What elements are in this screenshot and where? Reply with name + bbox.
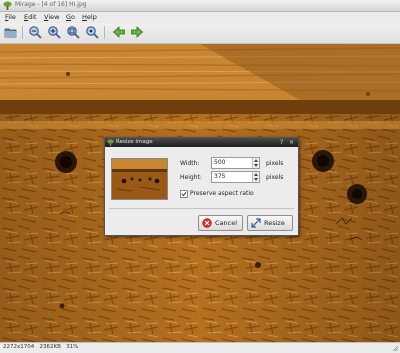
resize-image-dialog: Resize Image ? × Width: 500 pixels Heigh… — [104, 137, 299, 236]
open-folder-icon[interactable] — [4, 25, 18, 39]
go-previous-icon[interactable] — [112, 25, 126, 39]
preserve-aspect-label[interactable]: Preserve aspect ratio — [190, 190, 254, 197]
cancel-icon — [202, 218, 212, 228]
mirage-app-icon — [107, 139, 114, 146]
width-unit: pixels — [266, 160, 284, 167]
preserve-aspect-checkbox[interactable] — [180, 190, 188, 198]
status-bar: 2272x1704 2362KB 31% — [0, 342, 400, 353]
zoom-fit-icon[interactable] — [66, 25, 80, 39]
resize-label: Resize — [264, 219, 285, 227]
status-zoom: 31% — [66, 344, 79, 350]
menu-go[interactable]: Go — [66, 13, 75, 21]
width-spin-arrows[interactable] — [252, 158, 259, 168]
check-mark-icon — [181, 191, 187, 197]
zoom-100-icon[interactable] — [85, 25, 99, 39]
image-thumbnail — [111, 158, 168, 200]
dialog-title-bar[interactable]: Resize Image ? × — [105, 138, 298, 147]
dialog-title: Resize Image — [116, 139, 153, 145]
menu-file[interactable]: File — [5, 13, 16, 21]
width-value: 500 — [214, 159, 226, 166]
width-spinbutton[interactable]: 500 — [211, 157, 260, 169]
width-label: Width: — [180, 160, 200, 167]
toolbar — [0, 23, 400, 44]
menu-edit[interactable]: Edit — [24, 13, 37, 21]
status-filesize: 2362KB — [39, 344, 61, 350]
title-bar[interactable]: Mirage - [4 of 16] HI.jpg — [0, 0, 400, 12]
height-spin-arrows[interactable] — [252, 172, 259, 182]
height-unit: pixels — [266, 174, 284, 181]
dialog-close-icon[interactable]: × — [289, 139, 294, 146]
resize-icon — [251, 218, 261, 228]
menu-help[interactable]: Help — [82, 13, 97, 21]
menu-view[interactable]: View — [44, 13, 59, 21]
cancel-label: Cancel — [215, 219, 238, 227]
resize-button[interactable]: Resize — [247, 215, 293, 231]
go-next-icon[interactable] — [130, 25, 144, 39]
cancel-button[interactable]: Cancel — [198, 215, 243, 231]
status-text: 2272x1704 2362KB 31% — [3, 344, 78, 350]
toolbar-separator — [22, 26, 23, 39]
toolbar-separator — [104, 26, 105, 39]
mirage-app-icon — [3, 1, 12, 10]
height-spinbutton[interactable]: 375 — [211, 171, 260, 183]
window-title: Mirage - [4 of 16] HI.jpg — [15, 1, 87, 8]
resize-grip-icon[interactable] — [392, 345, 399, 352]
dialog-separator — [109, 208, 294, 209]
height-value: 375 — [214, 173, 226, 180]
height-label: Height: — [180, 174, 202, 181]
status-dimensions: 2272x1704 — [3, 344, 35, 350]
zoom-in-icon[interactable] — [47, 25, 61, 39]
zoom-out-icon[interactable] — [28, 25, 42, 39]
dialog-help-icon[interactable]: ? — [280, 139, 283, 146]
menu-bar: File Edit View Go Help — [0, 12, 400, 22]
